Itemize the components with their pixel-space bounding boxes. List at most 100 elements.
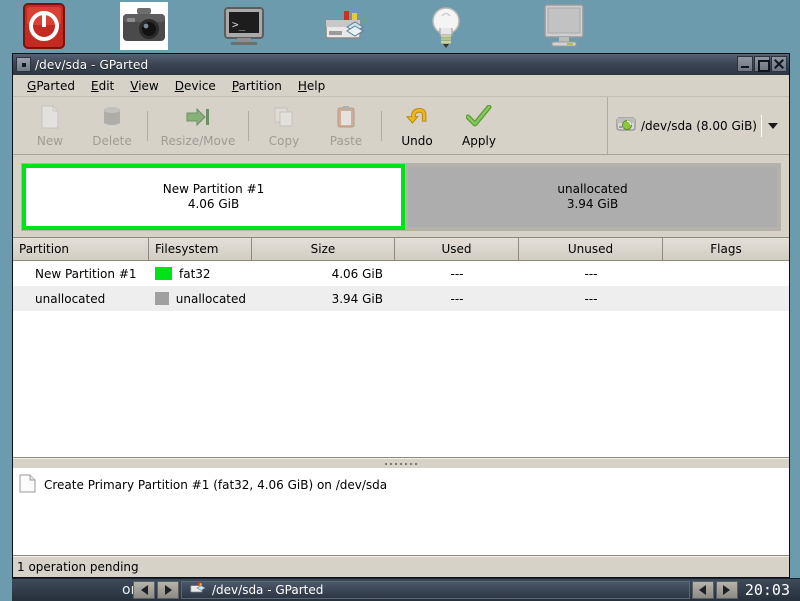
window-title: /dev/sda - GParted — [35, 57, 149, 72]
lightbulb-help-icon[interactable] — [422, 2, 470, 50]
apply-button-label: Apply — [462, 133, 496, 148]
pane-splitter[interactable] — [13, 458, 789, 468]
toolbar-button-group: New Delete Resize/Move Copy Paste Undo A… — [13, 97, 510, 154]
toolbar-separator-1 — [147, 110, 148, 141]
gparted-disk-icon[interactable] — [322, 2, 370, 50]
desktop-icon-bar: >_ — [0, 0, 800, 53]
gparted-disk-icon — [190, 580, 206, 600]
taskbar-next-button[interactable] — [157, 581, 179, 599]
undo-button[interactable]: Undo — [386, 99, 448, 153]
resize-move-button[interactable]: Resize/Move — [152, 99, 244, 153]
window-menu-icon[interactable] — [16, 57, 31, 72]
paste-clipboard-icon — [334, 104, 358, 130]
menu-device[interactable]: Device — [167, 77, 224, 95]
new-button[interactable]: New — [19, 99, 81, 153]
cell-partition: New Partition #1 — [35, 266, 137, 281]
window-titlebar[interactable]: /dev/sda - GParted — [13, 54, 789, 75]
menu-gparted-label: Parted — [36, 78, 76, 93]
list-item[interactable]: Create Primary Partition #1 (fat32, 4.06… — [19, 474, 783, 496]
gparted-window: /dev/sda - GParted GParted Edit View Dev… — [12, 53, 790, 578]
cell-unused: --- — [584, 291, 598, 306]
shutdown-icon[interactable] — [20, 2, 68, 50]
workspace-name: one — [12, 579, 148, 601]
pager-next-button[interactable] — [715, 581, 738, 599]
graphic-partition-new-partition-1[interactable]: New Partition #1 4.06 GiB — [22, 164, 406, 230]
apply-button[interactable]: Apply — [448, 99, 510, 153]
taskbar-task-gparted[interactable]: /dev/sda - GParted — [181, 581, 690, 599]
menu-edit[interactable]: Edit — [83, 77, 122, 95]
menu-gparted[interactable]: GParted — [19, 77, 83, 95]
window-controls — [737, 56, 787, 72]
graphic-partition-size: 3.94 GiB — [566, 197, 619, 211]
menu-partition[interactable]: Partition — [224, 77, 290, 95]
cell-size: 3.94 GiB — [331, 291, 383, 306]
partition-graphic-strip: New Partition #1 4.06 GiB unallocated 3.… — [21, 163, 781, 231]
filesystem-color-swatch — [155, 292, 169, 305]
chevron-down-icon[interactable] — [768, 122, 778, 129]
cell-used: --- — [450, 266, 464, 281]
device-selector-value: /dev/sda (8.00 GiB) — [641, 118, 757, 133]
menubar: GParted Edit View Device Partition Help — [13, 75, 789, 97]
copy-button-label: Copy — [268, 133, 300, 148]
column-header-size[interactable]: Size — [252, 238, 395, 260]
device-combo-separator — [761, 114, 762, 137]
taskbar-clock[interactable]: 20:03 — [739, 579, 800, 601]
arrow-right-icon — [164, 585, 172, 595]
graphic-partition-name: New Partition #1 — [162, 182, 265, 196]
cell-unused: --- — [584, 266, 598, 281]
delete-button[interactable]: Delete — [81, 99, 143, 153]
undo-arrow-icon — [405, 104, 429, 130]
cell-flags — [663, 286, 789, 311]
statusbar: 1 operation pending — [13, 556, 789, 577]
resize-move-arrows-icon — [185, 104, 211, 130]
menu-partition-label: artition — [238, 78, 282, 93]
monitor-display-icon[interactable] — [540, 2, 588, 50]
menu-view[interactable]: View — [122, 77, 166, 95]
cell-filesystem-label: unallocated — [175, 291, 246, 306]
table-row[interactable]: New Partition #1 fat32 4.06 GiB --- --- — [13, 261, 789, 286]
graphic-partition-size: 4.06 GiB — [187, 197, 240, 211]
menu-help[interactable]: Help — [290, 77, 333, 95]
terminal-icon[interactable]: >_ — [220, 2, 268, 50]
graphic-partition-name: unallocated — [557, 182, 628, 196]
arrow-right-icon — [723, 585, 731, 595]
device-selector[interactable]: /dev/sda (8.00 GiB) — [607, 97, 789, 154]
pager-prev-button[interactable] — [691, 581, 714, 599]
partition-graphic-area: New Partition #1 4.06 GiB unallocated 3.… — [13, 155, 789, 238]
column-header-flags[interactable]: Flags — [663, 238, 789, 260]
delete-trash-icon — [100, 104, 124, 130]
column-header-filesystem[interactable]: Filesystem — [149, 238, 252, 260]
toolbar-separator-2 — [248, 110, 249, 141]
cell-used: --- — [450, 291, 464, 306]
arrow-left-icon — [140, 585, 148, 595]
partition-table: Partition Filesystem Size Used Unused Fl… — [13, 238, 789, 458]
screenshot-camera-icon[interactable] — [120, 2, 168, 50]
cell-size: 4.06 GiB — [331, 266, 383, 281]
maximize-button[interactable] — [754, 56, 770, 72]
device-combobox[interactable]: /dev/sda (8.00 GiB) — [616, 111, 784, 141]
filesystem-color-swatch — [155, 267, 172, 280]
column-header-used[interactable]: Used — [395, 238, 519, 260]
table-row[interactable]: unallocated unallocated 3.94 GiB --- --- — [13, 286, 789, 311]
svg-text:>_: >_ — [232, 18, 246, 31]
close-button[interactable] — [771, 56, 787, 72]
copy-button[interactable]: Copy — [253, 99, 315, 153]
cell-partition: unallocated — [35, 291, 106, 306]
graphic-partition-unallocated[interactable]: unallocated 3.94 GiB — [405, 164, 780, 230]
delete-button-label: Delete — [92, 133, 132, 148]
operation-description: Create Primary Partition #1 (fat32, 4.06… — [44, 478, 388, 492]
status-text: 1 operation pending — [17, 560, 139, 574]
paste-button[interactable]: Paste — [315, 99, 377, 153]
cell-filesystem: fat32 — [149, 261, 252, 286]
undo-button-label: Undo — [401, 133, 433, 148]
column-header-partition[interactable]: Partition — [13, 238, 149, 260]
menu-view-label: iew — [138, 78, 159, 93]
taskbar-prev-button[interactable] — [133, 581, 155, 599]
taskbar: one /dev/sda - GParted 20:03 — [12, 578, 800, 601]
column-header-unused[interactable]: Unused — [519, 238, 663, 260]
new-button-label: New — [36, 133, 64, 148]
minimize-button[interactable] — [737, 56, 753, 72]
paste-button-label: Paste — [329, 133, 363, 148]
menu-edit-label: dit — [98, 78, 115, 93]
operation-document-icon — [19, 474, 36, 497]
